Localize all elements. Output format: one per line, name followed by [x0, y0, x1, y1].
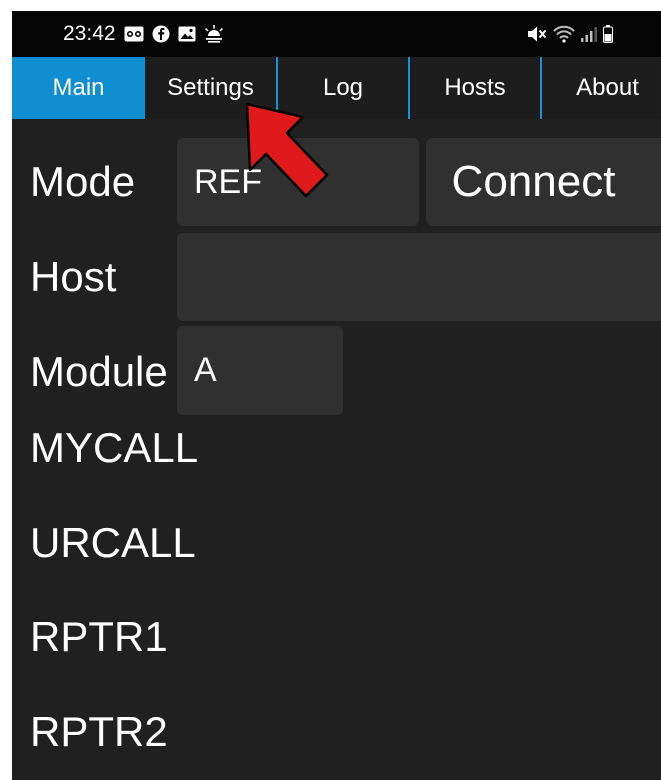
tab-settings-label: Settings [167, 74, 254, 101]
tab-log-label: Log [322, 74, 364, 101]
gallery-icon [178, 26, 196, 42]
system-icons [527, 24, 613, 44]
mode-select[interactable]: REF [177, 138, 419, 226]
wifi-icon [553, 25, 575, 43]
mute-icon [528, 26, 547, 42]
tab-main-label: Main [52, 74, 105, 101]
mode-label: Mode [30, 158, 136, 205]
connect-button-label: Connect [451, 157, 616, 206]
rptr1-label: RPTR1 [30, 613, 168, 660]
signal-icon [581, 27, 597, 42]
voicemail-icon [124, 26, 144, 42]
connect-button[interactable]: Connect [426, 138, 661, 226]
host-input[interactable] [177, 233, 661, 321]
tab-about[interactable]: About [542, 57, 661, 119]
tab-about-label: About [576, 74, 639, 101]
facebook-icon [152, 25, 170, 43]
tab-hosts[interactable]: Hosts [410, 57, 540, 119]
urcall-label: URCALL [30, 519, 196, 566]
module-label: Module [30, 348, 168, 395]
module-select[interactable]: A [177, 326, 343, 415]
mycall-label: MYCALL [30, 424, 199, 471]
tab-log[interactable]: Log [278, 57, 408, 119]
app-screen: 23:42 Main Settings Log Hosts About Mode… [12, 11, 661, 780]
mode-value: REF [194, 162, 262, 201]
notification-icons [124, 24, 224, 44]
rptr2-label: RPTR2 [30, 708, 168, 755]
tab-settings[interactable]: Settings [145, 57, 276, 119]
status-bar: 23:42 [12, 11, 661, 57]
tab-hosts-label: Hosts [444, 74, 506, 101]
status-time: 23:42 [63, 22, 116, 45]
tab-main[interactable]: Main [12, 57, 145, 119]
battery-icon [603, 25, 613, 43]
host-label: Host [30, 253, 117, 300]
module-value: A [194, 351, 217, 389]
tab-bar: Main Settings Log Hosts About [12, 57, 661, 119]
weather-icon [204, 25, 224, 43]
